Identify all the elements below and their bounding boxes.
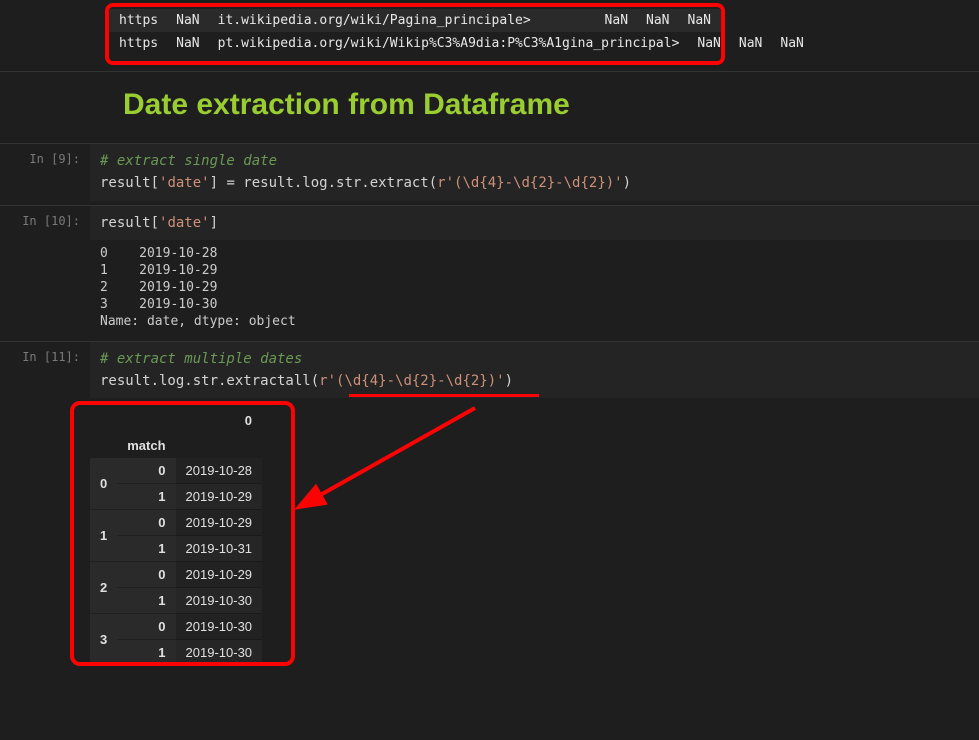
code-input[interactable]: # extract multiple dates result.log.str.… bbox=[100, 348, 979, 393]
output-cell-11: 0 match 002019-10-2812019-10-29102019-10… bbox=[0, 398, 979, 678]
cell: NaN bbox=[646, 13, 669, 28]
code-regex: r'(\d{4}-\d{2}-\d{2})' bbox=[437, 175, 622, 191]
code-string: 'date' bbox=[159, 175, 210, 191]
code-token: ) bbox=[505, 373, 513, 389]
cell: NaN bbox=[697, 36, 720, 51]
cell: NaN bbox=[176, 13, 199, 28]
code-cell-10[interactable]: In [10]: result['date'] bbox=[0, 205, 979, 240]
dataframe-output: 0 match 002019-10-2812019-10-29102019-10… bbox=[90, 408, 262, 666]
row-match: 1 bbox=[117, 536, 175, 562]
code-token: ] = result.log.str.extract( bbox=[210, 175, 438, 191]
highlighted-top-table: https NaN it.wikipedia.org/wiki/Pagina_p… bbox=[105, 3, 725, 65]
code-token: ) bbox=[623, 175, 631, 191]
cell-value: 2019-10-29 bbox=[176, 510, 263, 536]
table-row: 302019-10-30 bbox=[90, 614, 262, 640]
code-cell-9[interactable]: In [9]: # extract single date result['da… bbox=[0, 143, 979, 201]
row-match: 1 bbox=[117, 640, 175, 666]
row-match: 0 bbox=[117, 614, 175, 640]
row-index: 0 bbox=[90, 458, 117, 510]
cell-value: 2019-10-29 bbox=[176, 562, 263, 588]
prompt-empty bbox=[0, 240, 90, 336]
cell-value: 2019-10-31 bbox=[176, 536, 263, 562]
row-match: 0 bbox=[117, 510, 175, 536]
table-row: 002019-10-28 bbox=[90, 458, 262, 484]
cell-value: 2019-10-30 bbox=[176, 614, 263, 640]
table-row: 202019-10-29 bbox=[90, 562, 262, 588]
code-input[interactable]: # extract single date result['date'] = r… bbox=[100, 150, 979, 195]
table-row: 102019-10-29 bbox=[90, 510, 262, 536]
prompt-label: In [9]: bbox=[0, 144, 90, 201]
prompt-label: In [11]: bbox=[0, 342, 90, 399]
markdown-cell-heading: Date extraction from Dataframe bbox=[0, 71, 979, 143]
code-input[interactable]: result['date'] bbox=[100, 212, 979, 234]
section-heading: Date extraction from Dataframe bbox=[100, 78, 979, 137]
prompt-label: In [10]: bbox=[0, 206, 90, 240]
cell: https bbox=[119, 13, 158, 28]
row-match: 1 bbox=[117, 588, 175, 614]
output-cell-10: 0 2019-10-28 1 2019-10-29 2 2019-10-29 3… bbox=[0, 240, 979, 336]
cell: NaN bbox=[739, 36, 762, 51]
row-match: 0 bbox=[117, 458, 175, 484]
code-comment: # extract multiple dates bbox=[100, 351, 302, 367]
cell-value: 2019-10-30 bbox=[176, 640, 263, 666]
row-index: 3 bbox=[90, 614, 117, 666]
cell: https bbox=[119, 36, 158, 51]
row-index: 2 bbox=[90, 562, 117, 614]
cell: pt.wikipedia.org/wiki/Wikip%C3%A9dia:P%C… bbox=[218, 36, 680, 51]
code-token: result.log.str.extractall( bbox=[100, 373, 319, 389]
annotation-underline bbox=[349, 394, 539, 397]
match-header: match bbox=[117, 433, 175, 458]
row-match: 1 bbox=[117, 484, 175, 510]
col-header: 0 bbox=[176, 408, 263, 433]
top-table-row: https NaN pt.wikipedia.org/wiki/Wikip%C3… bbox=[109, 32, 721, 55]
prompt-empty bbox=[0, 72, 90, 143]
cell: NaN bbox=[688, 13, 711, 28]
row-index: 1 bbox=[90, 510, 117, 562]
cell: it.wikipedia.org/wiki/Pagina_principale> bbox=[218, 13, 587, 28]
code-token: result[ bbox=[100, 175, 159, 191]
code-cell-11[interactable]: In [11]: # extract multiple dates result… bbox=[0, 341, 979, 399]
cell: NaN bbox=[605, 13, 628, 28]
prompt-empty bbox=[0, 398, 90, 678]
cell: NaN bbox=[176, 36, 199, 51]
cell-value: 2019-10-28 bbox=[176, 458, 263, 484]
cell: NaN bbox=[780, 36, 803, 51]
code-comment: # extract single date bbox=[100, 153, 277, 169]
top-table-row: https NaN it.wikipedia.org/wiki/Pagina_p… bbox=[109, 9, 721, 32]
code-token: result[ bbox=[100, 215, 159, 231]
code-regex: r'(\d{4}-\d{2}-\d{2})' bbox=[319, 373, 504, 389]
code-token: ] bbox=[210, 215, 218, 231]
cell-value: 2019-10-30 bbox=[176, 588, 263, 614]
cell-value: 2019-10-29 bbox=[176, 484, 263, 510]
row-match: 0 bbox=[117, 562, 175, 588]
code-string: 'date' bbox=[159, 215, 210, 231]
text-output: 0 2019-10-28 1 2019-10-29 2 2019-10-29 3… bbox=[100, 246, 979, 330]
annotation-arrow-icon bbox=[295, 388, 495, 538]
